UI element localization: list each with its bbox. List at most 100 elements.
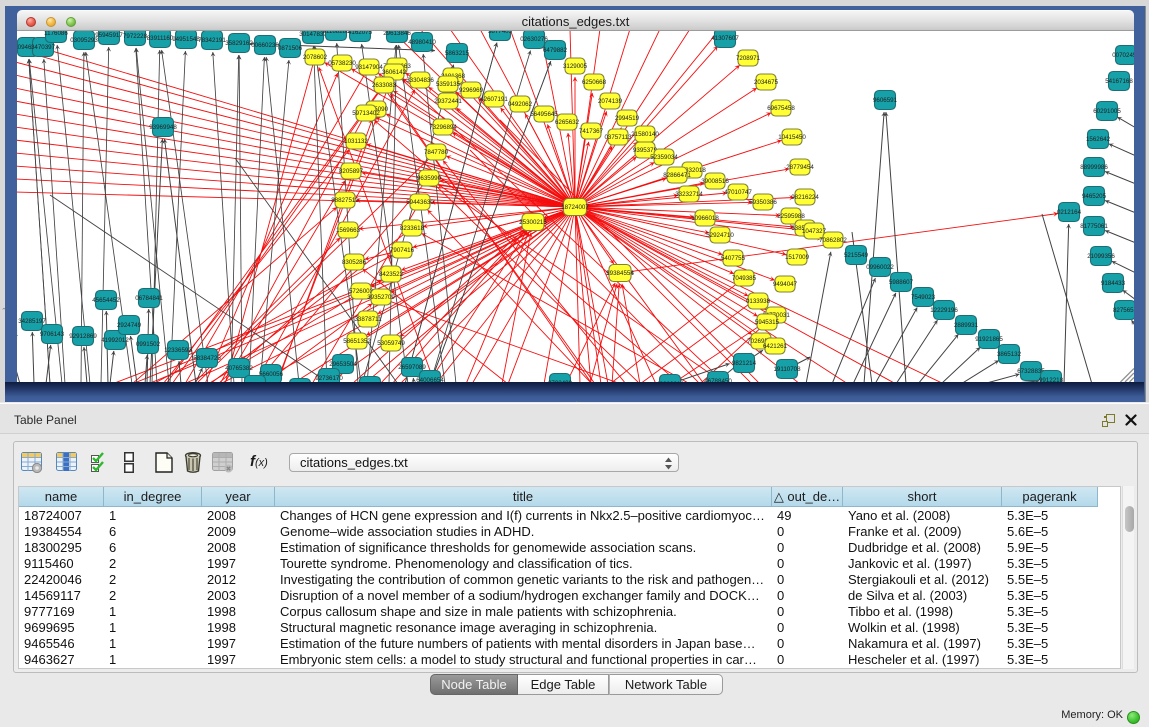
svg-text:58651352: 58651352 (343, 338, 371, 345)
svg-text:33304836: 33304836 (406, 77, 434, 84)
svg-text:7549023: 7549023 (911, 294, 936, 301)
svg-text:53059749: 53059749 (377, 340, 405, 347)
svg-text:5215549: 5215549 (844, 252, 869, 259)
svg-text:1569663: 1569663 (336, 227, 361, 234)
svg-text:5988607: 5988607 (889, 279, 914, 286)
svg-text:94951548: 94951548 (172, 36, 200, 43)
svg-text:3702409: 3702409 (548, 380, 573, 382)
svg-text:09960022: 09960022 (866, 264, 894, 271)
svg-text:00660230: 00660230 (251, 42, 279, 49)
svg-text:8205897: 8205897 (339, 168, 364, 175)
svg-text:70862802: 70862802 (819, 237, 847, 244)
svg-text:12229196: 12229196 (930, 307, 958, 314)
svg-text:41307607: 41307607 (711, 35, 739, 42)
svg-text:6265632: 6265632 (555, 119, 580, 126)
svg-text:7907416: 7907416 (390, 247, 415, 254)
svg-text:03757113: 03757113 (604, 134, 632, 141)
svg-text:9706143: 9706143 (40, 331, 65, 338)
svg-text:10966018: 10966018 (691, 215, 719, 222)
svg-text:64006654: 64006654 (416, 377, 444, 382)
svg-text:0871506: 0871506 (278, 45, 303, 52)
svg-text:82866471: 82866471 (663, 172, 691, 179)
svg-text:8305286: 8305286 (342, 259, 367, 266)
svg-text:9494047: 9494047 (773, 281, 798, 288)
svg-text:25300215: 25300215 (519, 219, 547, 226)
svg-text:8233618: 8233618 (400, 225, 425, 232)
svg-text:59350386: 59350386 (749, 199, 777, 206)
svg-text:31188288: 31188288 (322, 31, 350, 35)
svg-text:12336593: 12336593 (164, 347, 192, 354)
svg-text:22595988: 22595988 (777, 213, 805, 220)
svg-text:59443630: 59443630 (406, 199, 434, 206)
svg-text:39008516: 39008516 (701, 178, 729, 185)
svg-text:1176086: 1176086 (44, 31, 68, 37)
svg-text:2633083: 2633083 (372, 82, 397, 89)
svg-text:3470397: 3470397 (31, 44, 56, 51)
svg-text:9912218: 9912218 (1039, 377, 1064, 382)
svg-text:28779454: 28779454 (786, 164, 814, 171)
svg-text:5359135: 5359135 (436, 81, 461, 88)
svg-text:29653504: 29653504 (329, 361, 357, 368)
svg-text:9184433: 9184433 (1101, 280, 1126, 287)
svg-text:93147904: 93147904 (355, 64, 383, 71)
svg-text:9606591: 9606591 (873, 97, 898, 104)
svg-text:9465205: 9465205 (1082, 193, 1107, 200)
svg-text:56495645: 56495645 (530, 111, 558, 118)
svg-text:33878711: 33878711 (354, 316, 382, 323)
svg-text:42607191: 42607191 (480, 96, 508, 103)
svg-text:9821214: 9821214 (732, 360, 757, 367)
svg-text:41992012: 41992012 (101, 337, 129, 344)
svg-text:78342191: 78342191 (198, 37, 226, 44)
svg-text:8275655: 8275655 (1113, 307, 1134, 314)
svg-text:2924749: 2924749 (117, 322, 142, 329)
svg-text:6421261: 6421261 (763, 343, 788, 350)
svg-text:21099356: 21099356 (1087, 253, 1115, 260)
svg-text:29613846: 29613846 (383, 31, 411, 37)
svg-text:91921865: 91921865 (975, 336, 1003, 343)
svg-text:33232714: 33232714 (675, 191, 703, 198)
svg-text:1562642: 1562642 (1086, 136, 1111, 143)
svg-text:35829162: 35829162 (225, 40, 253, 47)
svg-text:0212164: 0212164 (1057, 209, 1082, 216)
svg-text:10415450: 10415450 (778, 134, 806, 141)
svg-text:9296969: 9296969 (459, 87, 484, 94)
svg-text:54167168: 54167168 (1105, 78, 1133, 85)
svg-text:83911160: 83911160 (147, 35, 174, 42)
svg-text:7847780: 7847780 (424, 149, 449, 156)
svg-text:19384554: 19384554 (606, 270, 634, 277)
svg-text:06784841: 06784841 (135, 295, 163, 302)
svg-text:0991502: 0991502 (136, 341, 161, 348)
svg-text:2034675: 2034675 (754, 79, 779, 86)
svg-text:5863215: 5863215 (445, 50, 470, 57)
svg-text:2074139: 2074139 (598, 98, 623, 105)
svg-text:18724007: 18724007 (561, 204, 589, 211)
svg-text:88999986: 88999986 (1080, 164, 1108, 171)
svg-text:39352709: 39352709 (367, 294, 395, 301)
svg-text:81775061: 81775061 (1080, 223, 1108, 230)
svg-text:2078602: 2078602 (303, 54, 328, 61)
svg-text:88827513: 88827513 (331, 197, 359, 204)
svg-text:3606142: 3606142 (382, 69, 407, 76)
svg-text:95945917: 95945917 (95, 32, 123, 39)
svg-text:59713402: 59713402 (352, 110, 380, 117)
svg-text:73296894: 73296894 (429, 124, 457, 131)
svg-text:7208971: 7208971 (736, 55, 761, 62)
svg-text:92912869: 92912869 (69, 333, 97, 340)
svg-text:93969948: 93969948 (149, 124, 177, 131)
svg-text:0492062: 0492062 (508, 101, 533, 108)
svg-text:48960312: 48960312 (656, 381, 684, 382)
svg-text:34285197: 34285197 (18, 318, 46, 325)
svg-text:5407755: 5407755 (721, 255, 746, 262)
svg-text:03095293: 03095293 (70, 37, 98, 44)
svg-text:00702453: 00702453 (1112, 52, 1134, 59)
svg-text:02630276: 02630276 (520, 36, 548, 43)
svg-text:60291005: 60291005 (1093, 108, 1121, 115)
svg-text:98216224: 98216224 (791, 194, 819, 201)
svg-text:7972228: 7972228 (123, 33, 148, 40)
svg-text:58384725: 58384725 (193, 355, 221, 362)
svg-text:52924710: 52924710 (706, 232, 734, 239)
svg-text:5945315: 5945315 (755, 319, 780, 326)
svg-text:9635990: 9635990 (417, 175, 442, 182)
svg-text:7417367: 7417367 (579, 128, 604, 135)
svg-text:3865132: 3865132 (997, 351, 1022, 358)
